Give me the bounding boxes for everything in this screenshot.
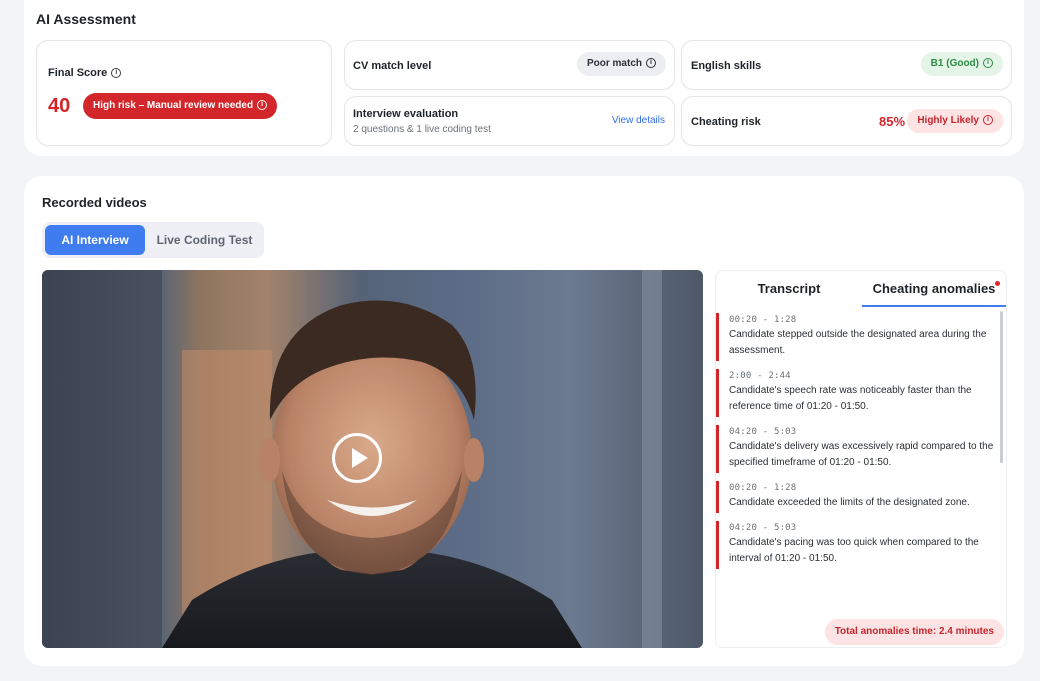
anomaly-item[interactable]: 04:20 - 5:03 Candidate's pacing was too … [716, 521, 996, 569]
cv-match-card: CV match level Poor match i [344, 40, 675, 90]
notification-dot [995, 281, 1000, 286]
play-button[interactable] [332, 433, 382, 483]
tab-transcript[interactable]: Transcript [716, 271, 862, 307]
info-icon[interactable]: i [983, 58, 993, 69]
video-tabs: AI Interview Live Coding Test [42, 222, 264, 258]
interview-evaluation-subtitle: 2 questions & 1 live coding test [353, 124, 491, 135]
interview-evaluation-label: Interview evaluation [353, 108, 459, 120]
tab-ai-interview[interactable]: AI Interview [45, 225, 145, 255]
high-risk-badge: High risk – Manual review needed i [83, 93, 278, 119]
anomaly-item[interactable]: 2:00 - 2:44 Candidate's speech rate was … [716, 369, 996, 417]
final-score-card: Final Score i 40 High risk – Manual revie… [36, 40, 332, 146]
person-ear-right [464, 438, 484, 482]
cheating-risk-card: Cheating risk 85% Highly Likely i [681, 96, 1012, 146]
view-details-link[interactable]: View details [612, 115, 665, 126]
info-icon[interactable]: i [111, 68, 122, 79]
anomaly-text: Candidate's speech rate was noticeably f… [729, 385, 972, 412]
english-skills-label: English skills [691, 60, 762, 72]
scrollbar[interactable] [1000, 311, 1003, 463]
high-risk-badge-label: High risk – Manual review needed [93, 100, 254, 111]
cheating-risk-percent: 85% [879, 114, 906, 129]
highly-likely-badge-label: Highly Likely [917, 115, 979, 126]
anomaly-time: 04:20 - 5:03 [729, 523, 797, 533]
cheating-risk-label: Cheating risk [691, 116, 761, 128]
final-score-label-text: Final Score [48, 67, 108, 79]
anomaly-time: 04:20 - 5:03 [729, 427, 797, 437]
english-level-badge: B1 (Good) i [920, 52, 1003, 76]
english-skills-card: English skills B1 (Good) i [681, 40, 1012, 90]
anomaly-text: Candidate's pacing was too quick when co… [729, 537, 979, 564]
anomaly-item[interactable]: 00:20 - 1:28 Candidate exceeded the limi… [716, 481, 996, 513]
video-player[interactable] [42, 270, 703, 648]
info-icon[interactable]: i [257, 100, 268, 111]
anomaly-time: 00:20 - 1:28 [729, 483, 797, 493]
anomaly-item[interactable]: 00:20 - 1:28 Candidate stepped outside t… [716, 313, 996, 361]
anomaly-time: 2:00 - 2:44 [729, 371, 791, 381]
play-icon [352, 448, 368, 468]
anomaly-text: Candidate's delivery was excessively rap… [729, 441, 994, 468]
anomaly-text: Candidate stepped outside the designated… [729, 329, 987, 356]
anomaly-item[interactable]: 04:20 - 5:03 Candidate's delivery was ex… [716, 425, 996, 473]
person-ear-left [260, 438, 280, 482]
background-frame-line [642, 270, 662, 648]
ai-assessment-panel: AI Assessment Final Score i 40 High risk … [24, 0, 1024, 156]
poor-match-badge: Poor match i [576, 52, 666, 76]
anomalies-side-panel: Transcript Cheating anomalies 00:20 - 1:… [715, 270, 1007, 648]
recorded-videos-panel: Recorded videos AI Interview Live Coding… [24, 176, 1024, 666]
english-level-badge-label: B1 (Good) [930, 58, 979, 69]
background-dark-area [42, 270, 162, 648]
highly-likely-badge: Highly Likely i [907, 109, 1003, 133]
recorded-videos-title: Recorded videos [42, 195, 147, 210]
interview-evaluation-card: Interview evaluation 2 questions & 1 liv… [344, 96, 675, 146]
cv-match-label: CV match level [353, 60, 432, 72]
ai-assessment-title: AI Assessment [36, 11, 136, 27]
final-score-label: Final Score i [48, 67, 122, 79]
anomaly-text: Candidate exceeded the limits of the des… [729, 497, 970, 508]
final-score-value: 40 [48, 95, 71, 117]
info-icon[interactable]: i [983, 115, 993, 126]
info-icon[interactable]: i [646, 58, 656, 69]
tab-live-coding-test[interactable]: Live Coding Test [148, 225, 261, 255]
total-anomalies-time-badge: Total anomalies time: 2.4 minutes [824, 619, 1004, 645]
anomaly-time: 00:20 - 1:28 [729, 315, 797, 325]
poor-match-badge-label: Poor match [586, 58, 642, 69]
tab-cheating-anomalies[interactable]: Cheating anomalies [862, 271, 1006, 307]
